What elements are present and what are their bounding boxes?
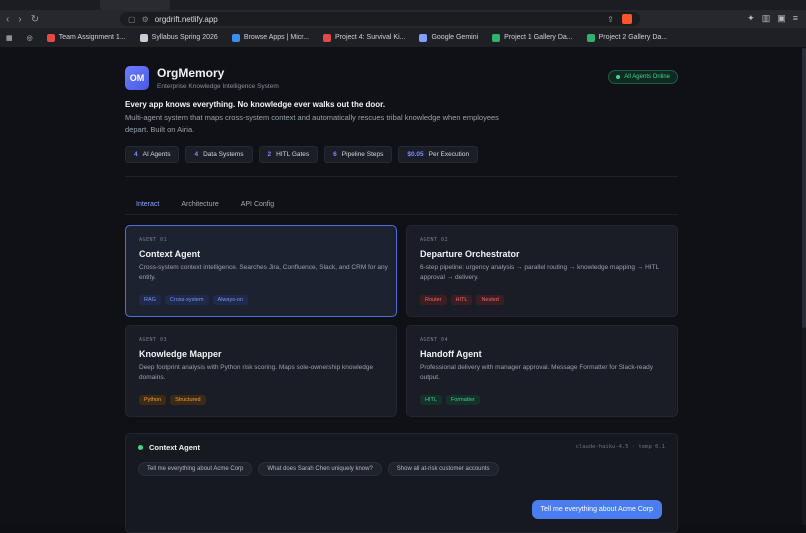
app-title: OrgMemory [157,66,225,80]
bookmark-item[interactable]: Project 2 Gallery Da... [586,33,667,42]
chip-list: Python Structured [139,395,206,405]
feature-chip: RAG [139,295,161,305]
site-info-icon[interactable]: ⚙ [142,15,149,24]
globe-icon[interactable]: ◎ [27,34,33,42]
bookmark-item[interactable]: Google Gemini [419,33,478,42]
chat-panel: Context Agent claude-haiku-4.5 · temp 0.… [125,433,678,533]
tab-divider [125,214,678,215]
bookmark-item[interactable]: Project 4: Survival Ki... [323,33,405,42]
bookmark-favicon-icon [46,33,55,42]
tab-interact[interactable]: Interact [125,194,171,215]
feature-chip: Cross-system [164,295,209,305]
bookmark-item[interactable]: Browse Apps | Micr... [231,33,309,42]
status-badge: All Agents Online [608,70,678,84]
apps-grid-icon[interactable]: ▦ [6,34,13,42]
wallet-icon[interactable]: ▣ [777,13,786,24]
feature-chip: Router [420,295,447,305]
feature-chip: HITL [420,395,442,405]
bookmark-item[interactable]: Syllabus Spring 2026 [139,33,218,42]
address-bar[interactable]: ▢ ⚙ orgdrift.netlify.app ⇪ [120,12,640,26]
browser-tab-strip[interactable] [0,0,806,10]
suggestion-chip[interactable]: Tell me everything about Acme Corp [138,462,253,476]
feature-chip: Structured [170,395,206,405]
app-header: OM OrgMemory Enterprise Knowledge Intell… [125,66,279,90]
sidebar-icon[interactable]: ▥ [762,13,771,24]
agent-card-departure[interactable]: AGENT 02 Departure Orchestrator 6-step p… [406,225,678,317]
menu-icon[interactable]: ≡ [793,13,798,24]
bookmark-item[interactable]: Team Assignment 1... [46,33,126,42]
model-label: claude-haiku-4.5 · temp 0.1 [575,444,665,450]
bookmark-favicon-icon [139,33,148,42]
bookmark-favicon-icon [586,33,595,42]
back-icon[interactable]: ‹ [6,14,9,25]
bookmarks-bar: ▦ ◎ Team Assignment 1... Syllabus Spring… [0,28,806,48]
stats-row: 4 AI Agents 4 Data Systems 2 HITL Gates 6 Pi… [125,146,479,163]
chat-header: Context Agent [138,443,200,452]
divider [125,176,678,177]
suggestion-chip[interactable]: What does Sarah Chen uniquely know? [258,462,382,476]
feature-chip: Formatter [445,395,480,405]
reload-icon[interactable]: ↻ [31,14,39,25]
bookmark-icon[interactable]: ▢ [128,15,136,24]
url-text[interactable]: orgdrift.netlify.app [155,15,218,24]
stat-pill: 4 Data Systems [185,146,253,163]
online-dot-icon [138,445,143,450]
page-scrollbar[interactable] [802,48,806,525]
suggestion-chip[interactable]: Show all at-risk customer accounts [387,462,499,476]
bookmark-favicon-icon [419,33,428,42]
bookmark-favicon-icon [231,33,240,42]
chip-list: RAG Cross-system Always-on [139,295,248,305]
agent-card-knowledge[interactable]: AGENT 03 Knowledge Mapper Deep footprint… [125,325,397,417]
logo: OM [125,66,149,90]
chip-list: HITL Formatter [420,395,480,405]
scrollbar-thumb[interactable] [802,48,806,328]
agent-card-handoff[interactable]: AGENT 04 Handoff Agent Professional deli… [406,325,678,417]
chip-list: Router HITL Nested [420,295,504,305]
tagline: Every app knows everything. No knowledge… [125,100,386,109]
bookmark-favicon-icon [492,33,501,42]
tab-architecture[interactable]: Architecture [170,194,229,214]
brave-shield-icon[interactable] [622,14,632,24]
extensions-icon[interactable]: ✦ [747,13,755,24]
stat-pill: 2 HITL Gates [258,146,319,163]
user-message: Tell me everything about Acme Corp [531,500,662,519]
status-dot-icon [616,75,621,79]
browser-toolbar: ‹ › ↻ ▢ ⚙ orgdrift.netlify.app ⇪ ✦ ▥ ▣ ≡ [0,10,806,28]
stat-pill: $0.05 Per Execution [398,146,479,163]
page-content: OM OrgMemory Enterprise Knowledge Intell… [0,48,806,533]
stat-pill: 4 AI Agents [125,146,180,163]
feature-chip: HITL [450,295,473,305]
tab-api-config[interactable]: API Config [230,194,285,214]
suggestion-list: Tell me everything about Acme Corp What … [138,462,499,476]
agent-card-context[interactable]: AGENT 01 Context Agent Cross-system cont… [125,225,397,317]
stat-pill: 6 Pipeline Steps [324,146,393,163]
tab-bar: Interact Architecture API Config [125,194,285,215]
feature-chip: Python [139,395,167,405]
description: Multi-agent system that maps cross-syste… [125,113,499,134]
forward-icon[interactable]: › [18,14,21,25]
bookmark-favicon-icon [323,33,332,42]
app-subtitle: Enterprise Knowledge Intelligence System [157,83,279,90]
feature-chip: Nested [476,295,504,305]
bookmark-item[interactable]: Project 1 Gallery Da... [492,33,573,42]
feature-chip: Always-on [212,295,248,305]
share-icon[interactable]: ⇪ [607,15,614,24]
